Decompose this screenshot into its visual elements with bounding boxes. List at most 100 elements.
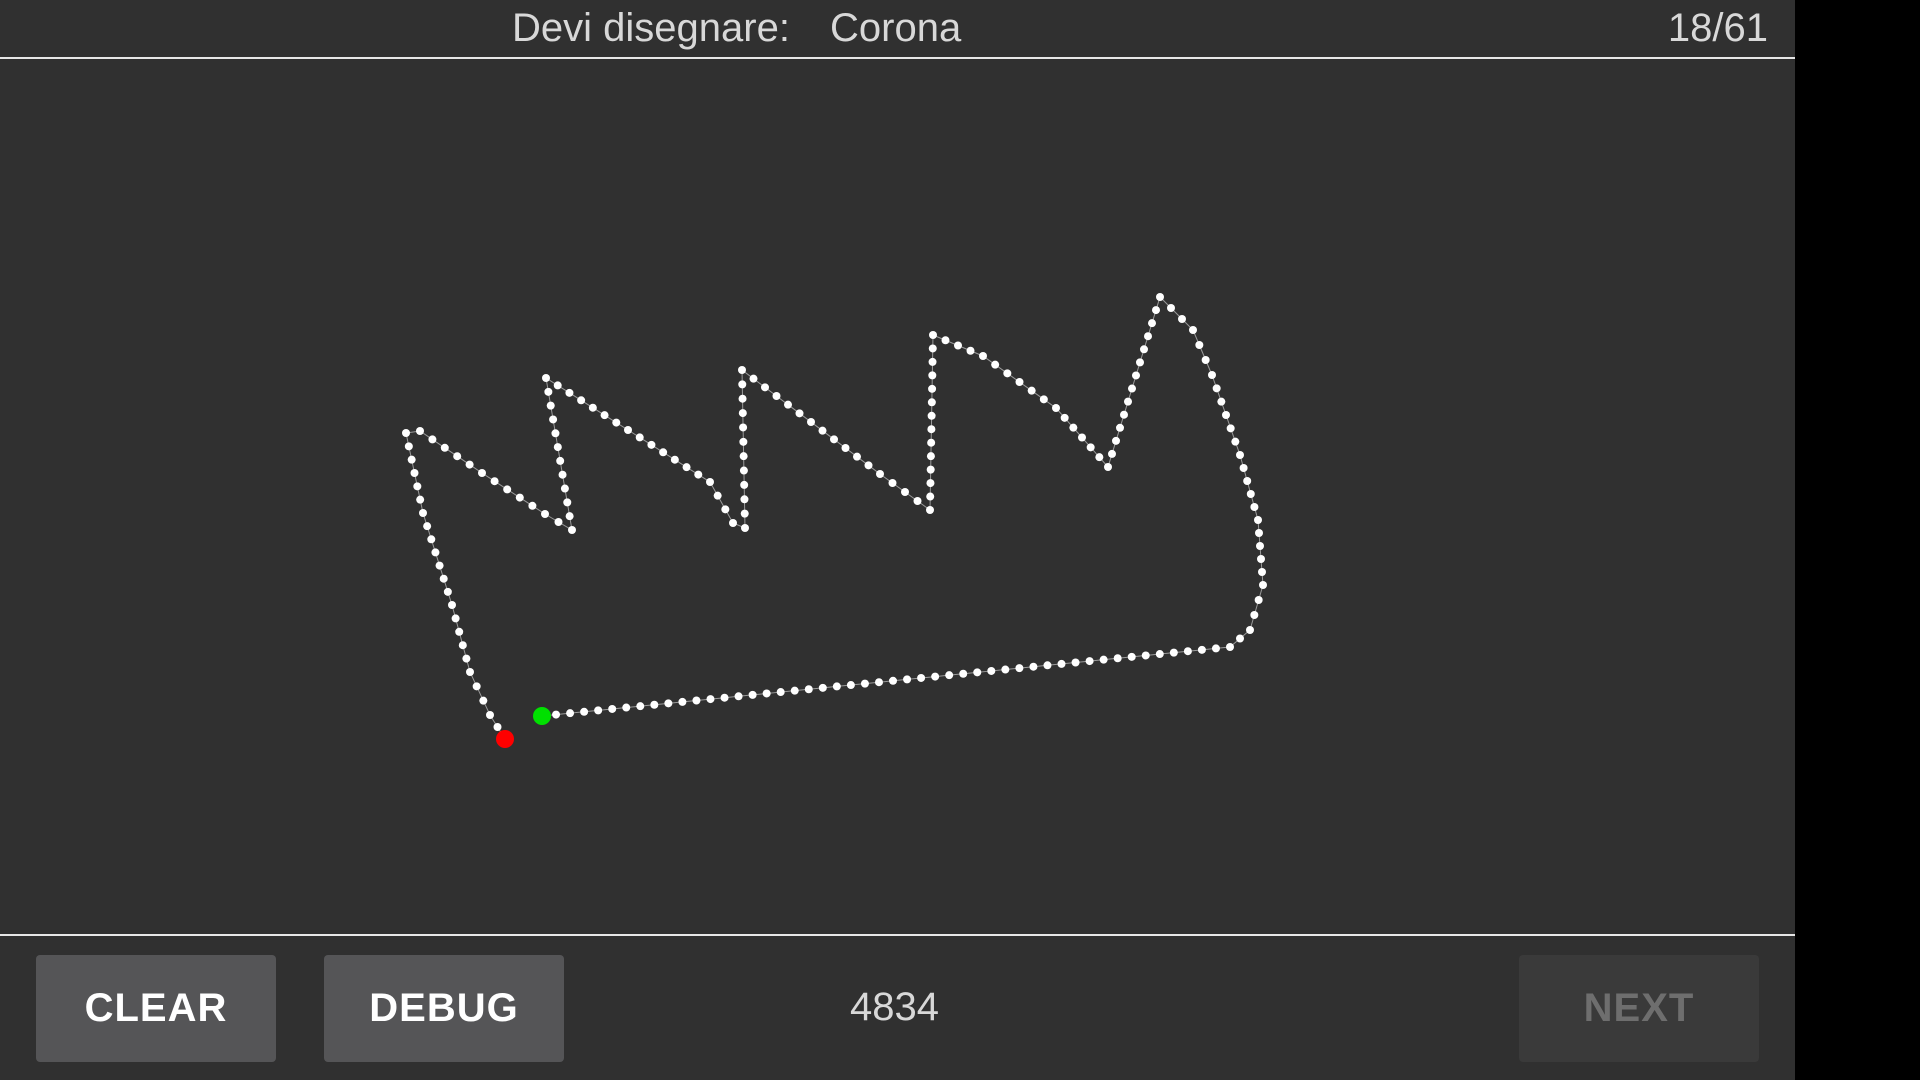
stroke-point <box>1029 662 1038 671</box>
stroke-point <box>706 695 715 704</box>
stroke-point <box>1257 555 1265 563</box>
stroke-point <box>553 381 562 390</box>
stroke-point <box>1078 433 1086 442</box>
stroke-point <box>692 696 701 705</box>
stroke-point <box>490 477 499 486</box>
stroke-point <box>776 688 785 697</box>
stroke-point <box>594 706 603 715</box>
stroke-point <box>1195 341 1204 349</box>
stroke-point <box>694 470 703 479</box>
stroke-point <box>552 710 561 719</box>
stroke-point <box>608 704 617 713</box>
stroke-point <box>542 374 550 382</box>
stroke-point <box>416 495 425 504</box>
stroke-point <box>959 669 968 678</box>
stroke-point <box>927 438 936 447</box>
stroke-point <box>1246 626 1254 634</box>
stroke-point <box>1250 611 1259 619</box>
stroke-point <box>565 512 574 521</box>
stroke-point <box>790 686 799 695</box>
stroke-point <box>738 409 747 418</box>
stroke-point <box>410 469 419 477</box>
stroke-point <box>926 506 934 514</box>
stroke-point <box>1015 664 1024 673</box>
stroke-point <box>458 641 467 650</box>
stroke-point <box>1069 423 1078 432</box>
drawing-svg[interactable] <box>0 0 1795 935</box>
stroke-point <box>740 480 749 489</box>
stroke-point <box>1183 647 1192 656</box>
stroke-point <box>927 398 936 407</box>
stroke-point <box>588 403 597 412</box>
stroke-point <box>1141 651 1150 660</box>
stroke-point <box>713 491 722 500</box>
stroke-point <box>1217 397 1226 406</box>
stroke-point <box>1208 371 1216 379</box>
stroke-point <box>929 331 937 339</box>
stroke-point <box>1156 293 1164 301</box>
stroke-point <box>443 587 452 596</box>
clear-button[interactable]: CLEAR <box>36 955 276 1062</box>
stroke-point <box>1027 386 1036 395</box>
stroke-point <box>738 394 747 403</box>
stroke-point <box>927 411 936 420</box>
stroke-point <box>1057 659 1066 668</box>
stroke-point <box>917 673 926 682</box>
stroke-point <box>720 693 729 702</box>
stroke-point <box>1255 529 1263 537</box>
stroke-point <box>1001 665 1010 674</box>
stroke-point <box>647 440 656 449</box>
stroke-point <box>1239 464 1248 472</box>
stroke-point <box>795 409 804 418</box>
stroke-point <box>402 429 410 437</box>
stroke-point <box>740 495 749 504</box>
stroke-point <box>1099 655 1108 664</box>
stroke-point <box>738 380 747 389</box>
stroke-point <box>1144 332 1152 341</box>
footer-divider <box>0 934 1795 936</box>
stroke-point <box>453 452 462 461</box>
end-marker <box>496 730 514 748</box>
next-button[interactable]: NEXT <box>1519 955 1759 1062</box>
stroke-point <box>465 460 474 469</box>
stroke-point <box>818 426 827 435</box>
stroke-point <box>1256 542 1264 550</box>
stroke-point <box>544 387 553 396</box>
stroke-point <box>1136 358 1144 367</box>
stroke-point <box>427 535 436 544</box>
stroke-point <box>926 452 935 461</box>
stroke-point <box>841 444 850 452</box>
stroke-point <box>1113 654 1122 663</box>
stroke-point <box>577 396 586 405</box>
stroke-point <box>739 423 748 432</box>
stroke-point <box>1132 371 1140 380</box>
stroke-point <box>1231 437 1240 446</box>
system-side-bar <box>1795 0 1920 1080</box>
stroke-point <box>1197 645 1206 654</box>
stroke-point <box>404 442 413 451</box>
stroke-point <box>832 682 841 691</box>
stroke-point <box>1104 463 1112 471</box>
debug-button[interactable]: DEBUG <box>324 955 564 1062</box>
stroke-point <box>486 711 494 719</box>
stroke-point <box>622 703 631 712</box>
stroke-point <box>738 366 746 374</box>
stroke-point <box>1116 423 1124 432</box>
stroke-point <box>612 418 621 427</box>
stroke-point <box>991 360 1000 369</box>
stroke-point <box>1258 568 1266 576</box>
stroke-point <box>423 522 432 531</box>
stroke-point <box>772 392 781 400</box>
stroke-point <box>479 696 488 705</box>
stroke-point <box>1226 424 1235 433</box>
drawing-app: Devi disegnare: Corona 18/61 CLEAR DEBUG… <box>0 0 1795 1080</box>
stroke-point <box>966 346 975 355</box>
stroke-point <box>553 443 562 452</box>
drawing-canvas[interactable] <box>0 59 1795 935</box>
stroke-point <box>478 469 486 477</box>
stroke-point <box>1212 384 1221 393</box>
stroke-point <box>1003 369 1012 378</box>
stroke-point <box>888 479 897 487</box>
stroke-point <box>1148 319 1156 328</box>
stroke-point <box>1246 490 1255 498</box>
